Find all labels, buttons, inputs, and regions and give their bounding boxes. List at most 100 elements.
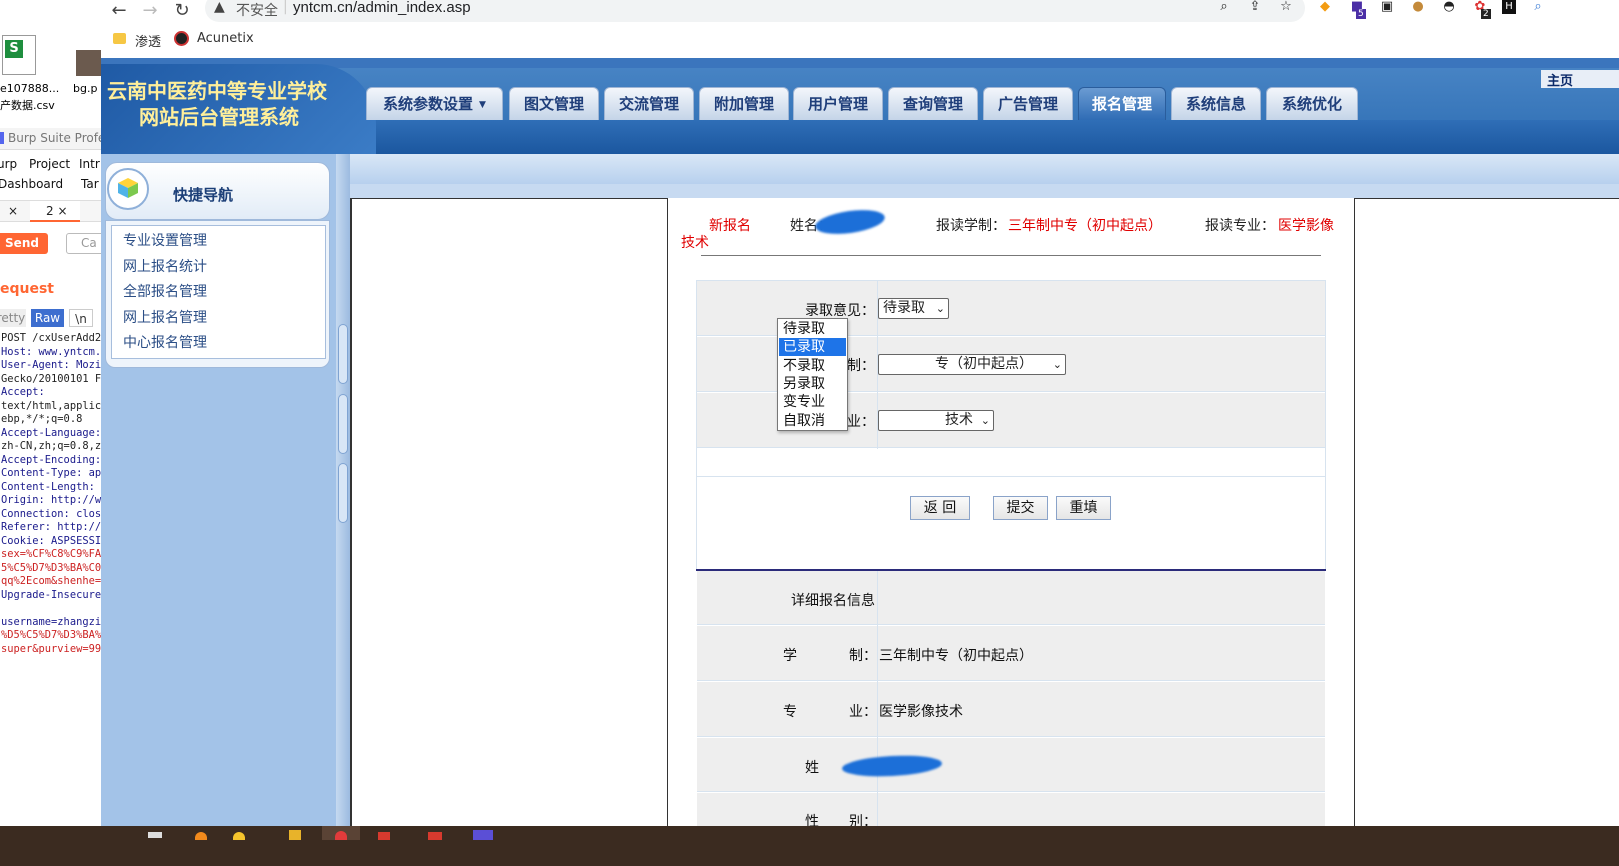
- system-select[interactable]: 专（初中起点） ⌄: [878, 354, 1066, 375]
- desktop-file-label: bg.p: [73, 82, 98, 95]
- chevron-down-icon: ⌄: [980, 414, 990, 427]
- extension-icon[interactable]: ▣: [1378, 0, 1396, 16]
- image-file-icon[interactable]: [76, 50, 101, 76]
- burp-menu-item[interactable]: Project: [29, 157, 70, 171]
- request-line: super&purview=999: [1, 642, 101, 655]
- raw-view-tab[interactable]: Raw: [31, 309, 64, 327]
- record-status: 新报名: [709, 218, 751, 234]
- sidebar-item-all-registrations[interactable]: 全部报名管理: [123, 281, 207, 301]
- request-line: Content-Type: app: [1, 467, 101, 479]
- opinion-dropdown[interactable]: 待录取 已录取 不录取 另录取 变专业 自取消: [777, 318, 848, 431]
- newline-toggle[interactable]: \n: [69, 309, 93, 327]
- taskbar-icon[interactable]: [473, 830, 493, 840]
- cookie-icon[interactable]: ●: [1409, 0, 1427, 16]
- send-button[interactable]: Send: [0, 233, 48, 254]
- dropdown-option[interactable]: 自取消: [779, 412, 846, 430]
- request-line: Content-Length: 1: [1, 480, 101, 493]
- home-link[interactable]: 主页: [1541, 70, 1619, 89]
- tab-2[interactable]: 交流管理: [604, 87, 694, 120]
- splitter-grip[interactable]: [338, 463, 348, 523]
- tab-8[interactable]: 系统信息: [1171, 87, 1261, 120]
- burp-menu-item[interactable]: Intr: [79, 157, 100, 171]
- sidebar: 快捷导航 专业设置管理 网上报名统计 全部报名管理 网上报名管理 中心报名管理: [101, 154, 336, 866]
- tab-9[interactable]: 系统优化: [1266, 87, 1358, 120]
- taskbar-icon[interactable]: [148, 832, 162, 838]
- extension-icon[interactable]: H: [1502, 0, 1516, 14]
- tab-5[interactable]: 查询管理: [888, 87, 978, 120]
- burp-subtab-2[interactable]: 2 ×: [30, 201, 80, 222]
- tab-6[interactable]: 广告管理: [983, 87, 1073, 120]
- tab-label: 图文管理: [523, 95, 584, 113]
- bookmark-pentest[interactable]: 渗透: [135, 31, 161, 50]
- taskbar-icon[interactable]: [233, 832, 245, 840]
- dropdown-option[interactable]: 变专业: [779, 393, 846, 411]
- burp-subtab-close[interactable]: ×: [8, 204, 18, 218]
- search-icon[interactable]: ⌕: [1529, 0, 1547, 16]
- csv-file-icon[interactable]: S: [2, 35, 36, 75]
- burp-menu-item[interactable]: urp: [0, 157, 17, 171]
- dropdown-option[interactable]: 不录取: [779, 357, 846, 375]
- request-heading: equest: [0, 281, 55, 297]
- forward-icon[interactable]: →: [140, 0, 160, 21]
- chrome-icon: [335, 831, 347, 840]
- tab-label: 报名管理: [1091, 95, 1152, 113]
- sidebar-item-online-stats[interactable]: 网上报名统计: [123, 256, 207, 276]
- submit-button[interactable]: 提交: [993, 496, 1048, 520]
- cancel-button[interactable]: Ca: [66, 233, 101, 254]
- tab-label: 附加管理: [713, 95, 774, 113]
- burp-window-title: Burp Suite Profe: [0, 128, 101, 150]
- desktop-file-label: 产数据.csv: [0, 99, 55, 112]
- brave-shield-icon[interactable]: ◆: [1316, 0, 1334, 16]
- tab-label: 系统优化: [1281, 95, 1342, 113]
- tab-3[interactable]: 附加管理: [699, 87, 789, 120]
- taskbar-icon[interactable]: [428, 832, 442, 840]
- tab-label: 广告管理: [997, 95, 1058, 113]
- splitter-grip[interactable]: [338, 324, 348, 384]
- sidebar-item-online-registrations[interactable]: 网上报名管理: [123, 307, 207, 327]
- request-line: [1, 602, 101, 616]
- opinion-select[interactable]: 待录取 ⌄: [878, 298, 949, 319]
- os-taskbar: [0, 826, 1619, 866]
- hat-icon[interactable]: ◓: [1440, 0, 1458, 16]
- taskbar-icon[interactable]: [289, 830, 301, 840]
- request-line: qq%2Ecom&shenhe=1: [1, 575, 101, 587]
- burp-tab-dashboard[interactable]: Dashboard: [0, 177, 63, 191]
- request-line: ebp,*/*;q=0.8: [1, 413, 83, 425]
- splitter-toggle[interactable]: [338, 394, 348, 454]
- detail-label-system-b: 制：: [849, 648, 877, 664]
- request-body[interactable]: POST /cxUserAdd2. Host: www.yntcm.c User-A…: [1, 332, 101, 656]
- tab-4[interactable]: 用户管理: [793, 87, 883, 120]
- quick-nav-title: 快捷导航: [173, 186, 234, 204]
- back-icon[interactable]: ←: [109, 0, 129, 21]
- tab-0[interactable]: 系统参数设置 ▼: [366, 87, 503, 120]
- dropdown-option[interactable]: 待录取: [779, 320, 846, 338]
- tab-1[interactable]: 图文管理: [509, 87, 599, 120]
- request-line: Referer: http://w: [1, 521, 101, 533]
- taskbar-active-item[interactable]: [322, 826, 360, 840]
- back-button[interactable]: 返 回: [910, 496, 970, 520]
- tab-label: 查询管理: [902, 95, 963, 113]
- tab-7[interactable]: 报名管理: [1078, 87, 1166, 120]
- warning-icon[interactable]: ▲: [214, 0, 225, 15]
- taskbar-icon[interactable]: [378, 832, 390, 840]
- content-header-bar: [350, 154, 1619, 184]
- zoom-icon[interactable]: ⌕: [1215, 0, 1233, 16]
- reload-icon[interactable]: ↻: [172, 0, 192, 21]
- taskbar-icon[interactable]: [195, 832, 207, 840]
- reset-button[interactable]: 重填: [1056, 496, 1111, 520]
- sidebar-item-center-registrations[interactable]: 中心报名管理: [123, 332, 207, 352]
- major-select[interactable]: 技术 ⌄: [878, 410, 994, 431]
- major-value: 医学影像: [1278, 218, 1334, 234]
- burp-tab-target[interactable]: Tar: [81, 177, 99, 191]
- request-line: Accept-Language:: [1, 426, 101, 439]
- request-line: Origin: http://ww: [1, 494, 101, 506]
- insecure-label[interactable]: 不安全: [236, 0, 278, 20]
- dropdown-option[interactable]: 另录取: [779, 375, 846, 393]
- share-icon[interactable]: ⇪: [1246, 0, 1264, 16]
- url-text[interactable]: yntcm.cn/admin_index.asp: [293, 0, 471, 16]
- pretty-view-tab[interactable]: retty: [0, 309, 26, 327]
- sidebar-item-major-settings[interactable]: 专业设置管理: [123, 230, 207, 250]
- star-icon[interactable]: ☆: [1277, 0, 1295, 16]
- bookmark-acunetix[interactable]: Acunetix: [197, 31, 254, 46]
- dropdown-option[interactable]: 已录取: [779, 338, 846, 357]
